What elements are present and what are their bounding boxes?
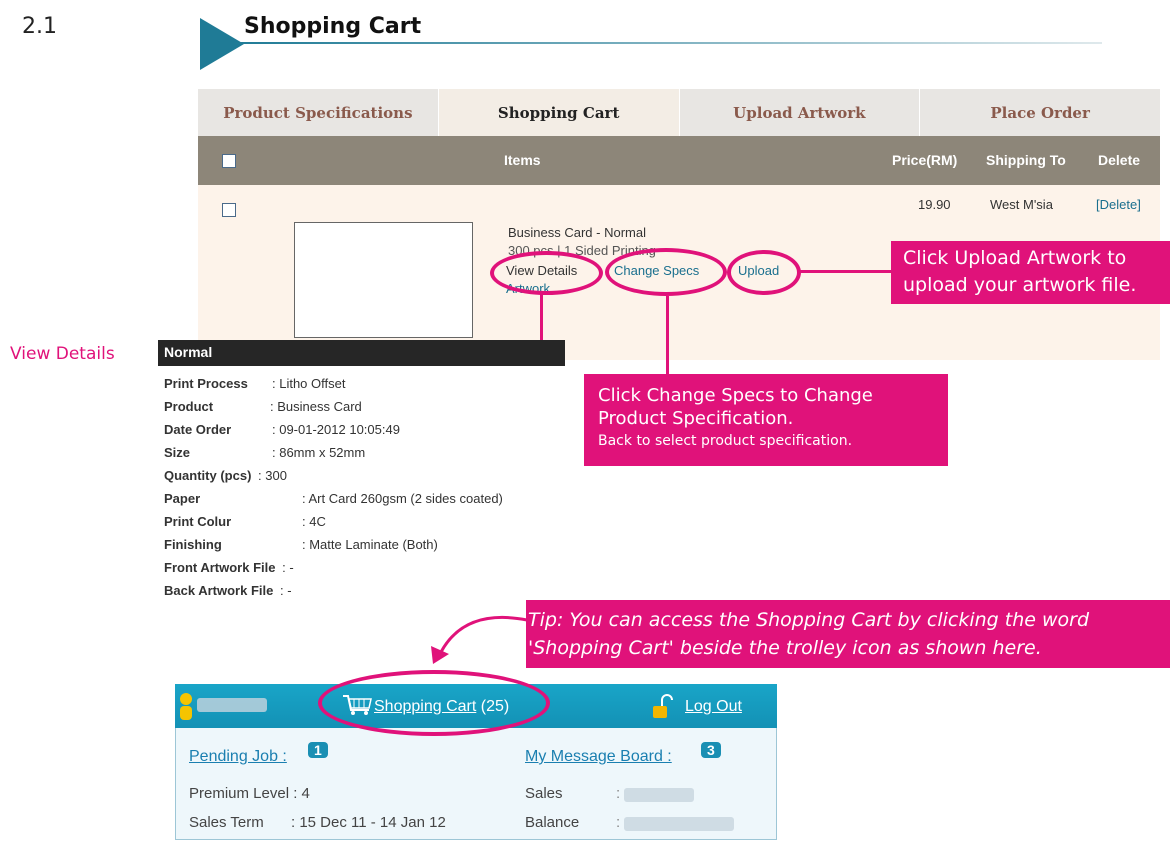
- tip-line2: 'Shopping Cart' beside the trolley icon …: [528, 637, 1042, 659]
- change-specs-callout-line2: Product Specification.: [598, 408, 794, 429]
- details-list: Print Process : Litho Offset Product : B…: [164, 376, 584, 606]
- account-summary: Pending Job : 1 My Message Board : 3 Pre…: [175, 728, 777, 840]
- details-row: Product : Business Card: [164, 399, 584, 422]
- details-label: Print Process: [164, 376, 248, 391]
- delete-header: Delete: [1098, 152, 1141, 168]
- items-header: Items: [504, 152, 541, 168]
- pending-job-link[interactable]: Pending Job :: [189, 748, 287, 766]
- tab-product-specifications[interactable]: Product Specifications: [198, 89, 439, 136]
- details-row: Size : 86mm x 52mm: [164, 445, 584, 468]
- product-thumbnail: [294, 222, 473, 338]
- balance-label: Balance: [525, 814, 580, 831]
- shopping-cart-highlight: [318, 670, 550, 736]
- delete-link[interactable]: [Delete]: [1096, 197, 1141, 212]
- details-row: Finishing : Matte Laminate (Both): [164, 537, 584, 560]
- page-title: Shopping Cart: [244, 14, 422, 39]
- details-label: Finishing: [164, 537, 222, 552]
- username-blurred: [197, 698, 267, 712]
- tab-shopping-cart[interactable]: Shopping Cart: [438, 89, 680, 136]
- sales-separator: :: [616, 785, 621, 802]
- progress-tabs: Product Specifications Shopping Cart Upl…: [198, 89, 1160, 136]
- change-specs-callout: Click Change Specs to Change Product Spe…: [584, 374, 948, 466]
- logout-link[interactable]: Log Out: [685, 698, 742, 716]
- details-value: : -: [279, 583, 292, 598]
- premium-level: Premium Level : 4: [189, 785, 310, 802]
- shipping-header: Shipping To: [986, 152, 1066, 168]
- details-label: Date Order: [164, 422, 232, 437]
- tab-upload-artwork[interactable]: Upload Artwork: [680, 89, 921, 136]
- details-row: Print Colur : 4C: [164, 514, 584, 537]
- upload-callout-line2: upload your artwork file.: [903, 274, 1137, 296]
- user-icon: [180, 693, 192, 720]
- details-row: Paper : Art Card 260gsm (2 sides coated): [164, 491, 584, 514]
- details-value: : 86mm x 52mm: [272, 445, 366, 460]
- change-specs-callout-sub: Back to select product specification.: [598, 433, 853, 449]
- view-details-highlight: [490, 251, 603, 295]
- row-price: 19.90: [918, 197, 951, 212]
- sales-label: Sales: [525, 785, 563, 802]
- message-board-badge: 3: [701, 742, 721, 758]
- select-all-checkbox[interactable]: [222, 154, 236, 168]
- details-value: : Art Card 260gsm (2 sides coated): [302, 491, 503, 506]
- details-row: Date Order : 09-01-2012 10:05:49: [164, 422, 584, 445]
- view-details-connector: [540, 294, 543, 344]
- change-specs-callout-line1: Click Change Specs to Change: [598, 385, 873, 406]
- tip-line1: Tip: You can access the Shopping Cart by…: [528, 609, 1090, 631]
- details-row: Quantity (pcs) : 300: [164, 468, 584, 491]
- details-row: Back Artwork File : -: [164, 583, 584, 606]
- details-value: : Matte Laminate (Both): [302, 537, 438, 552]
- balance-separator: :: [616, 814, 621, 831]
- change-specs-highlight: [605, 248, 727, 296]
- price-header: Price(RM): [892, 152, 958, 168]
- details-value: : 09-01-2012 10:05:49: [272, 422, 400, 437]
- unlock-icon: [653, 694, 673, 718]
- upload-connector: [800, 270, 892, 273]
- cart-table-header: Items Price(RM) Shipping To Delete: [198, 136, 1160, 185]
- sales-term-value: : 15 Dec 11 - 14 Jan 12: [291, 814, 446, 831]
- row-shipping: West M'sia: [990, 197, 1053, 212]
- details-row: Print Process : Litho Offset: [164, 376, 584, 399]
- product-name: Business Card - Normal: [508, 225, 646, 240]
- details-row: Front Artwork File : -: [164, 560, 584, 583]
- tip-callout: Tip: You can access the Shopping Cart by…: [526, 600, 1170, 668]
- details-label: Paper: [164, 491, 201, 506]
- sales-term-label: Sales Term: [189, 814, 264, 831]
- details-value: : Business Card: [270, 399, 362, 414]
- view-details-label: View Details: [10, 344, 115, 364]
- details-label: Back Artwork File: [164, 583, 274, 598]
- header-underline: [232, 42, 1102, 44]
- upload-callout-line1: Click Upload Artwork to: [903, 247, 1127, 269]
- section-number: 2.1: [22, 14, 57, 39]
- details-title-bar: Normal: [158, 340, 565, 366]
- tab-place-order[interactable]: Place Order: [920, 89, 1160, 136]
- details-label: Quantity (pcs): [164, 468, 252, 483]
- details-value: : 4C: [302, 514, 326, 529]
- upload-highlight: [727, 250, 801, 295]
- row-checkbox[interactable]: [222, 203, 236, 217]
- details-label: Size: [164, 445, 191, 460]
- tip-arrow-icon: [431, 615, 528, 664]
- pending-job-badge: 1: [308, 742, 328, 758]
- details-label: Front Artwork File: [164, 560, 276, 575]
- details-value: : Litho Offset: [272, 376, 346, 391]
- message-board-link[interactable]: My Message Board :: [525, 748, 672, 766]
- details-label: Product: [164, 399, 214, 414]
- details-value: : 300: [258, 468, 287, 483]
- balance-value-blurred: [624, 817, 734, 831]
- upload-callout: Click Upload Artwork to upload your artw…: [891, 241, 1170, 304]
- sales-value-blurred: [624, 788, 694, 802]
- change-specs-connector: [666, 296, 669, 374]
- header-triangle-icon: [200, 18, 244, 70]
- details-label: Print Colur: [164, 514, 232, 529]
- details-value: : -: [282, 560, 294, 575]
